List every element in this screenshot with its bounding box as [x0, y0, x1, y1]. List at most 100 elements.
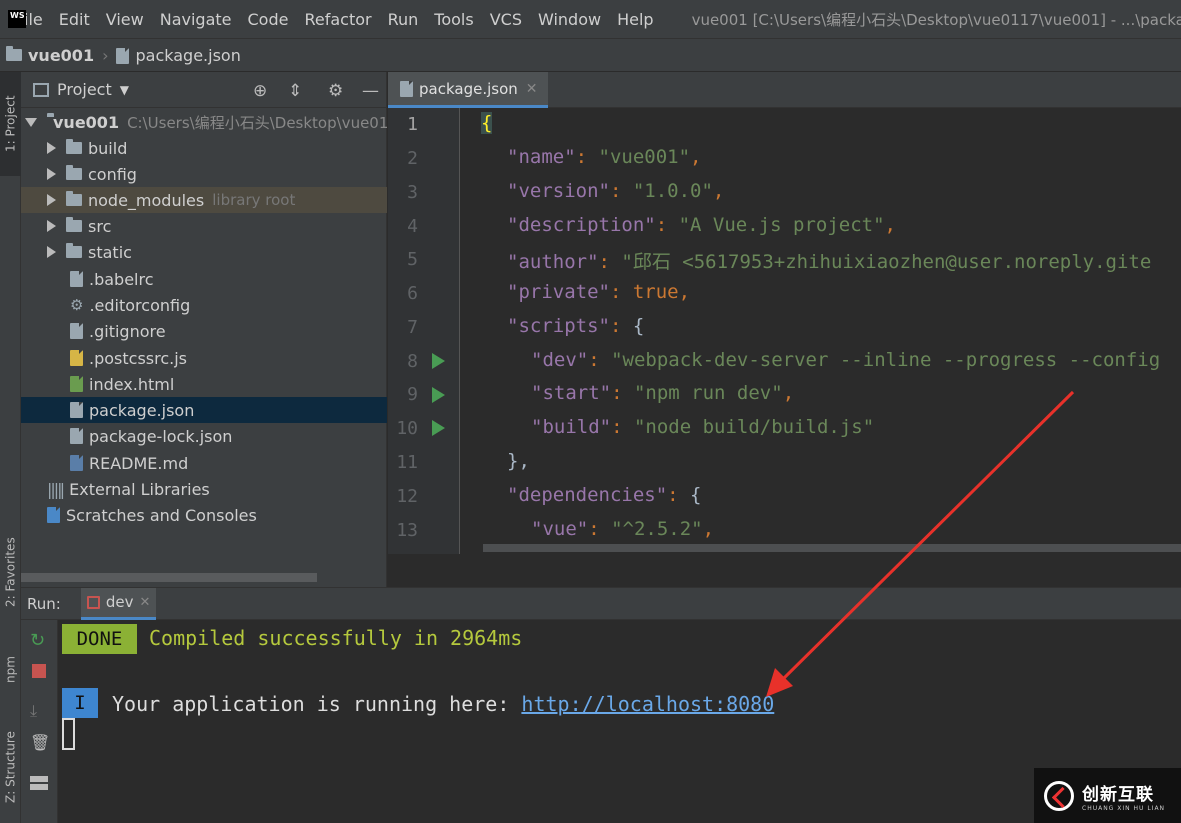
code-line-8: "dev": "webpack-dev-server --inline --pr…	[531, 349, 1161, 371]
run-panel-header: Run: dev ✕	[21, 587, 1181, 620]
layout-icon[interactable]	[30, 776, 48, 790]
collapse-all-icon[interactable]: ⇕	[288, 81, 302, 101]
tree-root[interactable]: vue001 C:\Users\编程小石头\Desktop\vue01	[21, 109, 387, 135]
breadcrumb-project[interactable]: vue001	[6, 45, 94, 65]
left-tool-stripe: 1: Project 2: Favorites npm Z: Structure	[0, 72, 21, 823]
close-icon[interactable]: ✕	[139, 595, 150, 610]
tree-item-label: package-lock.json	[89, 426, 233, 446]
editor-tab-label: package.json	[419, 79, 518, 98]
done-badge: DONE	[62, 624, 137, 654]
localhost-link[interactable]: http://localhost:8080	[521, 692, 774, 716]
scroll-to-end-icon[interactable]: ⤓	[30, 702, 48, 720]
library-root-note: library root	[212, 191, 296, 209]
menu-window[interactable]: Window	[538, 10, 601, 29]
tree-item-label: Scratches and Consoles	[66, 505, 257, 525]
code-line-9: "start": "npm run dev",	[531, 382, 795, 404]
chevron-right-icon[interactable]	[47, 142, 56, 154]
project-view-selector[interactable]: Project	[57, 80, 112, 99]
scratches-icon	[47, 507, 60, 523]
run-console[interactable]: DONE Compiled successfully in 2964ms I Y…	[58, 620, 1181, 823]
tree-file-postcssrc[interactable]: .postcssrc.js	[21, 345, 387, 371]
close-icon[interactable]: ✕	[526, 81, 538, 97]
tool-tab-project[interactable]: 1: Project	[0, 72, 21, 176]
gear-icon[interactable]: ⚙	[328, 81, 343, 101]
folder-icon	[6, 45, 22, 61]
run-script-dev-icon[interactable]	[432, 353, 445, 369]
tree-file-index-html[interactable]: index.html	[21, 371, 387, 397]
editor-horizontal-scrollbar[interactable]	[483, 544, 1181, 552]
chevron-right-icon[interactable]	[47, 220, 56, 232]
code-line-11: },	[507, 450, 530, 472]
line-number: 9	[407, 384, 418, 405]
line-number: 1	[407, 114, 418, 135]
menu-view[interactable]: View	[106, 10, 144, 29]
menu-refactor[interactable]: Refactor	[304, 10, 371, 29]
tree-item-label: config	[88, 164, 137, 184]
tree-folder-build[interactable]: build	[21, 135, 387, 161]
menu-edit[interactable]: Edit	[59, 10, 90, 29]
code-line-3: "version": "1.0.0",	[507, 180, 725, 202]
project-horizontal-scrollbar[interactable]	[21, 573, 317, 582]
tree-item-label: .gitignore	[89, 321, 166, 341]
tree-item-label: package.json	[89, 400, 195, 420]
menu-help[interactable]: Help	[617, 10, 653, 29]
info-badge: I	[62, 688, 98, 718]
chevron-down-icon[interactable]	[25, 117, 37, 127]
menu-navigate[interactable]: Navigate	[160, 10, 232, 29]
editor-tab-package-json[interactable]: package.json ✕	[388, 72, 548, 108]
tree-folder-src[interactable]: src	[21, 213, 387, 239]
tree-folder-static[interactable]: static	[21, 239, 387, 265]
line-number: 4	[407, 216, 418, 237]
tree-folder-config[interactable]: config	[21, 161, 387, 187]
line-number: 5	[407, 249, 418, 270]
trash-icon[interactable]: 🗑	[30, 734, 50, 752]
brand-logo-icon	[1044, 780, 1074, 811]
tool-tab-npm[interactable]: npm	[0, 650, 21, 690]
tool-tab-favorites[interactable]: 2: Favorites	[0, 532, 21, 612]
run-script-start-icon[interactable]	[432, 387, 445, 403]
json-file-icon	[70, 402, 83, 418]
menu-run[interactable]: Run	[388, 10, 419, 29]
tree-file-package-lock[interactable]: package-lock.json	[21, 423, 387, 449]
run-label: Run:	[27, 594, 61, 613]
chevron-right-icon[interactable]	[47, 246, 56, 258]
breadcrumb: vue001 › package.json	[0, 38, 1181, 72]
tree-file-babelrc[interactable]: .babelrc	[21, 266, 387, 292]
run-script-build-icon[interactable]	[432, 420, 445, 436]
tree-file-package-json[interactable]: package.json	[21, 397, 387, 423]
tree-folder-node-modules[interactable]: node_modules library root	[21, 187, 387, 213]
tree-file-gitignore[interactable]: .gitignore	[21, 318, 387, 344]
chevron-right-icon[interactable]	[47, 194, 56, 206]
breadcrumb-separator-icon: ›	[102, 45, 109, 65]
breadcrumb-file[interactable]: package.json	[116, 46, 241, 65]
markdown-file-icon	[70, 455, 83, 471]
npm-run-icon	[86, 595, 100, 609]
compiled-message: Compiled successfully in 2964ms	[149, 626, 523, 650]
menu-vcs[interactable]: VCS	[490, 10, 522, 29]
menu-tools[interactable]: Tools	[434, 10, 473, 29]
rerun-icon[interactable]: ↻	[30, 632, 48, 650]
menu-code[interactable]: Code	[248, 10, 289, 29]
tree-file-editorconfig[interactable]: ⚙ .editorconfig	[21, 292, 387, 318]
chevron-down-icon[interactable]: ▼	[120, 83, 129, 97]
run-toolbar: ↻ ⤓ 🗑	[21, 620, 58, 823]
locate-icon[interactable]: ⊕	[253, 81, 267, 101]
root-name: vue001	[53, 112, 120, 132]
code-line-7: "scripts": {	[507, 315, 645, 337]
running-text: Your application is running here:	[112, 692, 522, 716]
tree-file-readme[interactable]: README.md	[21, 450, 387, 476]
stop-icon[interactable]	[32, 664, 46, 678]
code-line-10: "build": "node build/build.js"	[531, 416, 875, 438]
js-file-icon	[70, 350, 83, 366]
tree-item-label: build	[88, 138, 128, 158]
json-file-icon	[70, 428, 83, 444]
tree-external-libraries[interactable]: |||‖ External Libraries	[21, 476, 387, 502]
watermark-title: 创新互联	[1082, 784, 1154, 805]
running-message: Your application is running here: http:/…	[112, 692, 774, 716]
tool-tab-structure[interactable]: Z: Structure	[0, 722, 21, 812]
hide-panel-icon[interactable]: —	[362, 81, 379, 101]
tree-scratches[interactable]: Scratches and Consoles	[21, 502, 387, 528]
code-editor[interactable]: { "name": "vue001", "version": "1.0.0", …	[461, 108, 1181, 554]
chevron-right-icon[interactable]	[47, 168, 56, 180]
run-tab-dev[interactable]: dev ✕	[80, 587, 157, 620]
